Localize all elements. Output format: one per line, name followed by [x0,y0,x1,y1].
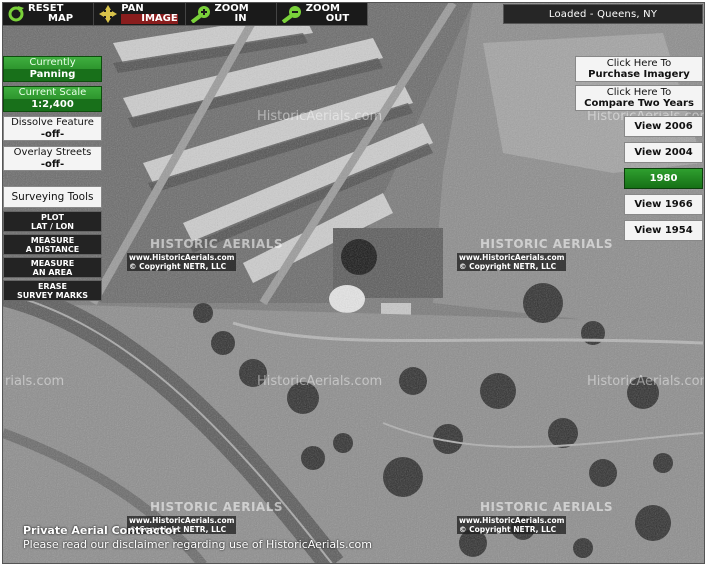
zoom-in-magnifier-icon [190,6,210,23]
zoom-in-button[interactable]: ZOOM IN [186,3,277,25]
surveying-tools-title: Surveying Tools [3,186,102,208]
year-button-1966[interactable]: View 1966 [624,194,703,215]
erase-survey-marks-button[interactable]: ERASE SURVEY MARKS [3,280,102,301]
footer-disclaimer-link[interactable]: Please read our disclaimer regarding use… [23,538,372,552]
watermark-copyright-text: © Copyright NETR, LLC [459,525,557,534]
zoom-out-label-2: OUT [325,13,350,24]
erase-survey-marks-label-2: SURVEY MARKS [17,291,88,300]
watermark-copyright: www.HistoricAerials.com © Copyright NETR,… [127,253,237,271]
pan-label-2: IMAGE [121,14,178,24]
plot-lat-lon-label-2: LAT / LON [31,222,74,231]
current-mode-value: Panning [4,69,101,81]
watermark-faint: HistoricAerials.com [587,374,705,389]
year-button-1980-active[interactable]: 1980 [624,168,703,189]
erase-survey-marks-label-1: ERASE [37,282,68,291]
map-toolbar: RESET MAP PAN IMAGE ZOOM IN ZOOM OUT [2,2,368,26]
watermark-site: www.HistoricAerials.com [459,516,565,525]
watermark-site: www.HistoricAerials.com [129,253,235,262]
reset-label-2: MAP [48,13,74,24]
zoom-in-label-2: IN [234,13,247,24]
current-mode-label: Currently [29,57,76,68]
overlay-streets-label: Overlay Streets [13,147,92,158]
measure-area-label-1: MEASURE [30,259,75,268]
pan-arrows-icon [99,5,118,23]
watermark-faint: HistoricAerials.com [257,109,383,124]
plot-lat-lon-label-1: PLOT [41,213,64,222]
footer-contractor-text: Private Aerial Contractor [23,524,178,537]
current-scale-box: Current Scale 1:2,400 [3,86,102,112]
measure-distance-label-2: A DISTANCE [25,245,80,254]
current-scale-value: 1:2,400 [4,99,101,111]
watermark-site: www.HistoricAerials.com [459,253,565,262]
footer-disclaimer: Private Aerial Contractor Please read ou… [23,524,372,552]
year-button-1954[interactable]: View 1954 [624,220,703,241]
watermark-copyright: www.HistoricAerials.com © Copyright NETR,… [457,253,567,271]
measure-area-label-2: AN AREA [32,268,73,277]
compare-two-years-label-1: Click Here To [606,87,672,98]
year-button-2004[interactable]: View 2004 [624,142,703,163]
purchase-imagery-button[interactable]: Click Here To Purchase Imagery [575,56,703,82]
zoom-out-magnifier-icon [281,6,301,23]
watermark-faint: rials.com [5,374,65,389]
plot-lat-lon-button[interactable]: PLOT LAT / LON [3,211,102,232]
compare-two-years-button[interactable]: Click Here To Compare Two Years [575,85,703,111]
overlay-streets-toggle[interactable]: Overlay Streets -off- [3,146,102,171]
watermark-brand: HISTORIC AERIALS [150,500,283,514]
overlay-streets-value: -off- [40,159,65,170]
compare-two-years-label-2: Compare Two Years [584,98,694,109]
dissolve-feature-toggle[interactable]: Dissolve Feature -off- [3,116,102,141]
measure-area-button[interactable]: MEASURE AN AREA [3,257,102,278]
watermark-copyright-text: © Copyright NETR, LLC [459,262,557,271]
year-button-2006[interactable]: View 2006 [624,116,703,137]
watermark-faint: HistoricAerials.com [257,374,383,389]
purchase-imagery-label-2: Purchase Imagery [588,69,690,80]
pan-image-button[interactable]: PAN IMAGE [94,3,186,25]
zoom-out-button[interactable]: ZOOM OUT [277,3,367,25]
purchase-imagery-label-1: Click Here To [606,58,672,69]
current-scale-label: Current Scale [18,87,87,98]
loaded-location-status: Loaded - Queens, NY [503,4,703,24]
measure-distance-label-1: MEASURE [30,236,75,245]
watermark-brand: HISTORIC AERIALS [150,237,283,251]
watermark-copyright-text: © Copyright NETR, LLC [129,262,227,271]
current-mode-box: Currently Panning [3,56,102,82]
watermark-copyright: www.HistoricAerials.com © Copyright NETR,… [457,516,567,534]
measure-distance-button[interactable]: MEASURE A DISTANCE [3,234,102,255]
reset-map-button[interactable]: RESET MAP [3,3,95,25]
dissolve-feature-label: Dissolve Feature [11,117,94,128]
dissolve-feature-value: -off- [40,129,65,140]
watermark-brand: HISTORIC AERIALS [480,500,613,514]
watermark-brand: HISTORIC AERIALS [480,237,613,251]
reset-icon [8,6,24,22]
